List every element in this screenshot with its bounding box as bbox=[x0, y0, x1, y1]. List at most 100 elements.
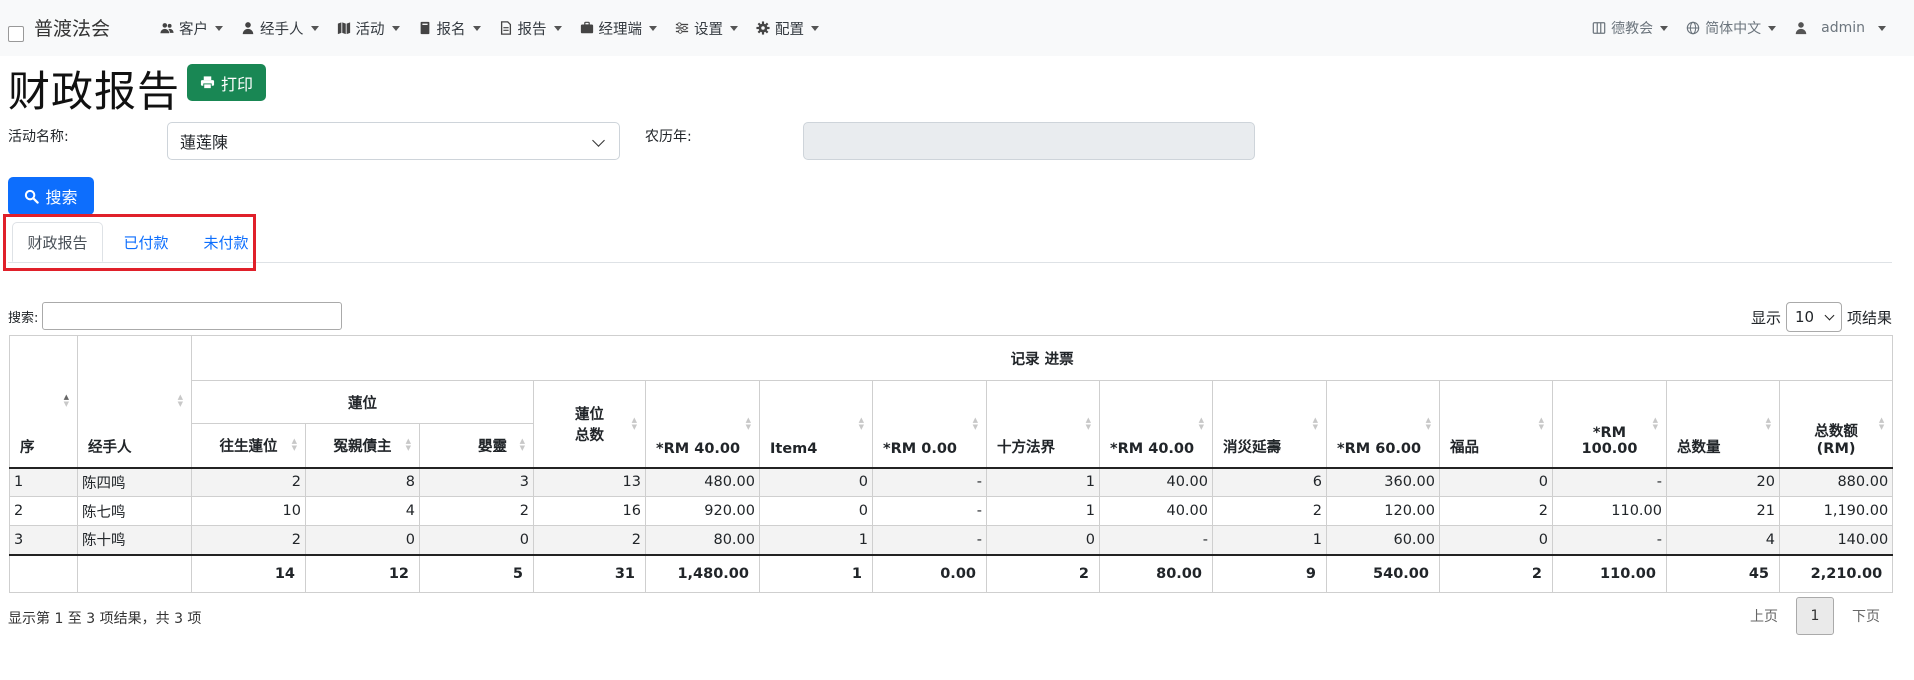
language-switcher[interactable]: 简体中文 bbox=[1686, 18, 1777, 38]
col-item4-label: Item4 bbox=[770, 440, 818, 457]
chevron-down-icon bbox=[472, 25, 481, 31]
search-label: 搜索 bbox=[45, 188, 78, 207]
table-cell: 1 bbox=[986, 467, 1100, 497]
chevron-down-icon bbox=[1768, 25, 1777, 31]
table-cell: 21 bbox=[1666, 496, 1780, 526]
print-button[interactable]: 打印 bbox=[187, 64, 266, 101]
total-cell: 110.00 bbox=[1552, 553, 1667, 593]
menu-config[interactable]: 配置 bbox=[756, 18, 819, 39]
sort-icon: ▲ ▼ bbox=[63, 393, 69, 409]
page-length-select[interactable]: 10 bbox=[1785, 302, 1842, 332]
col-offerings[interactable]: 福品 ▲ ▼ bbox=[1439, 380, 1553, 469]
col-total-qty[interactable]: 总数量 ▲ ▼ bbox=[1666, 380, 1780, 469]
table-cell: 2 bbox=[191, 525, 306, 555]
report-tabs: 财政报告 已付款 未付款 bbox=[8, 222, 1892, 263]
search-button[interactable]: 搜索 bbox=[8, 177, 94, 215]
col-total-amount[interactable]: 总数额 (RM) ▲ ▼ bbox=[1778, 380, 1894, 469]
col-longevity[interactable]: 消災延壽 ▲ ▼ bbox=[1212, 380, 1327, 469]
table-cell: - bbox=[1552, 525, 1667, 555]
table-cell: 2 bbox=[1212, 496, 1327, 526]
activity-select[interactable]: 蓮莲陳 bbox=[167, 122, 620, 160]
menu-registration[interactable]: 报名 bbox=[418, 18, 481, 39]
col-handler[interactable]: 经手人 ▲ ▼ bbox=[77, 335, 192, 469]
sort-icon: ▲ ▼ bbox=[1425, 415, 1431, 431]
org-label: 德教会 bbox=[1611, 21, 1654, 37]
book-icon bbox=[420, 21, 429, 35]
table-cell: 1 bbox=[9, 467, 78, 497]
col-longevity-label: 消災延壽 bbox=[1223, 439, 1281, 456]
page-length-prefix: 显示 bbox=[1750, 308, 1781, 327]
user-menu[interactable]: admin bbox=[1794, 20, 1886, 36]
briefcase-icon bbox=[580, 21, 593, 34]
menu-settings[interactable]: 设置 bbox=[675, 18, 738, 39]
columns-icon bbox=[1592, 22, 1606, 34]
total-cell: 5 bbox=[419, 553, 534, 593]
chevron-down-icon bbox=[592, 134, 605, 147]
page-button-current[interactable]: 1 bbox=[1796, 597, 1834, 635]
menu-manager[interactable]: 经理端 bbox=[580, 18, 657, 39]
menu-manager-label: 经理端 bbox=[598, 21, 643, 38]
table-cell: - bbox=[872, 525, 987, 555]
user-icon bbox=[242, 22, 254, 35]
table-body: 1 陈四鸣 2 8 3 13 480.00 0-1 40.00 6 360.00 0-20 880.00… bbox=[9, 467, 1894, 555]
table-cell: 3 bbox=[9, 525, 78, 555]
col-rm40-b[interactable]: *RM 40.00 ▲ ▼ bbox=[1099, 380, 1213, 469]
menu-reports[interactable]: 报告 bbox=[499, 18, 562, 39]
total-cell: 31 bbox=[533, 553, 646, 593]
financial-report-table: 序 ▲ ▼ 经手人 ▲ ▼ 记录 进票 蓮位 蓮位 总数 ▲ ▼ *RM 40.00 ▲ ▼ It… bbox=[9, 335, 1894, 593]
next-page-button[interactable]: 下页 bbox=[1838, 597, 1894, 635]
menu-settings-label: 设置 bbox=[694, 21, 723, 38]
table-cell: 0 bbox=[759, 467, 873, 497]
globe-icon bbox=[1686, 21, 1700, 35]
table-cell: 2 bbox=[191, 467, 306, 497]
col-item4[interactable]: Item4 ▲ ▼ bbox=[759, 380, 873, 469]
activity-label: 活动名称: bbox=[8, 129, 69, 145]
activity-value: 蓮莲陳 bbox=[180, 133, 229, 152]
menu-activities[interactable]: 活动 bbox=[337, 18, 400, 39]
col-rm100[interactable]: *RM 100.00 ▲ ▼ bbox=[1552, 380, 1667, 469]
col-rm0[interactable]: *RM 0.00 ▲ ▼ bbox=[872, 380, 987, 469]
group-lotus-header: 蓮位 bbox=[191, 380, 534, 424]
table-cell: 2 bbox=[533, 525, 646, 555]
prev-page-button[interactable]: 上页 bbox=[1736, 597, 1792, 635]
col-ten-directions[interactable]: 十方法界 ▲ ▼ bbox=[986, 380, 1100, 469]
users-icon bbox=[160, 23, 174, 34]
table-cell: 0 bbox=[419, 525, 534, 555]
total-cell: 80.00 bbox=[1099, 553, 1213, 593]
totals-row: 14 12 5 31 1,480.00 1 0.00 2 80.00 9 540.00 2 110.00… bbox=[9, 553, 1894, 593]
menu-config-label: 配置 bbox=[775, 21, 804, 38]
total-cell bbox=[9, 553, 78, 593]
sort-icon: ▲ ▼ bbox=[745, 415, 751, 431]
table-cell: 0 bbox=[1439, 525, 1553, 555]
col-karmic-creditors[interactable]: 冤親債主 ▲ ▼ bbox=[305, 423, 420, 469]
table-search: 搜索: bbox=[8, 302, 343, 330]
table-cell: 80.00 bbox=[645, 525, 760, 555]
col-rm40-b-label: *RM 40.00 bbox=[1110, 440, 1195, 457]
table-search-input[interactable] bbox=[42, 302, 343, 330]
col-rm0-label: *RM 0.00 bbox=[883, 440, 958, 457]
org-switcher[interactable]: 德教会 bbox=[1592, 18, 1669, 38]
search-icon bbox=[25, 189, 40, 204]
col-rebirth-lotus[interactable]: 往生蓮位 ▲ ▼ bbox=[191, 423, 306, 469]
menu-handlers[interactable]: 经手人 bbox=[241, 18, 319, 39]
menu-handlers-label: 经手人 bbox=[260, 21, 304, 38]
col-seq-label: 序 bbox=[20, 439, 35, 456]
chevron-down-icon bbox=[310, 25, 319, 31]
total-cell: 1 bbox=[759, 553, 873, 593]
col-infant-spirits[interactable]: 嬰靈 ▲ ▼ bbox=[419, 423, 534, 469]
col-lotus-total[interactable]: 蓮位 总数 ▲ ▼ bbox=[533, 380, 646, 469]
col-seq[interactable]: 序 ▲ ▼ bbox=[9, 335, 78, 469]
page-length-suffix: 项结果 bbox=[1846, 308, 1892, 327]
chevron-down-icon bbox=[391, 25, 400, 31]
sliders-icon bbox=[675, 22, 689, 34]
menu-customers[interactable]: 客户 bbox=[160, 18, 223, 39]
col-rm40-a[interactable]: *RM 40.00 ▲ ▼ bbox=[645, 380, 760, 469]
table-cell: 1 bbox=[986, 496, 1100, 526]
col-total-qty-label: 总数量 bbox=[1677, 439, 1721, 456]
sort-icon: ▲ ▼ bbox=[291, 437, 297, 453]
col-rm60[interactable]: *RM 60.00 ▲ ▼ bbox=[1326, 380, 1440, 469]
total-cell: 0.00 bbox=[872, 553, 987, 593]
table-cell: 8 bbox=[305, 467, 420, 497]
brand[interactable]: 普渡法会 bbox=[8, 14, 110, 42]
table-cell: 16 bbox=[533, 496, 646, 526]
